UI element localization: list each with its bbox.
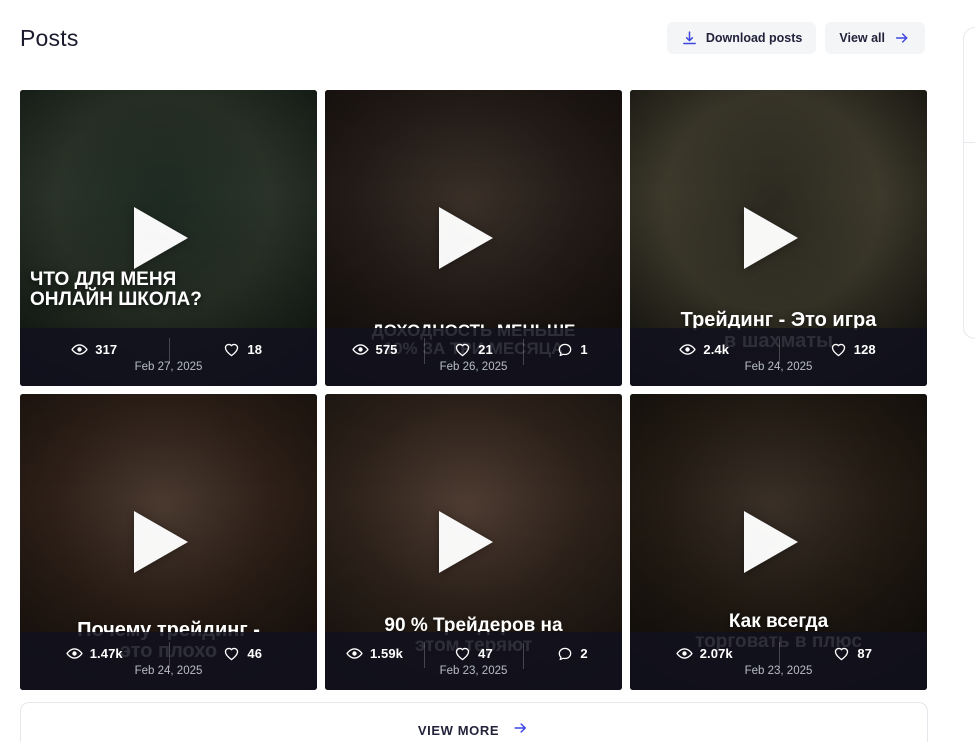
eye-icon [66,645,83,662]
likes-stat: 87 [778,642,928,668]
post-stats-row: 317 18 [20,338,318,364]
view-all-label: View all [839,31,885,45]
view-all-button[interactable]: View all [825,22,925,54]
post-stats: 1.47k 46 Feb 24, 2025 [20,632,317,690]
likes-count: 47 [478,646,493,661]
arrow-right-icon [511,720,530,741]
likes-count: 128 [853,342,876,357]
comments-count: 2 [580,646,588,661]
eye-icon [351,341,369,358]
download-icon [681,30,698,47]
heart-icon [454,645,471,662]
likes-stat: 128 [778,338,928,364]
post-date: Feb 26, 2025 [439,361,508,373]
eye-icon [676,645,693,662]
heart-icon [223,341,240,358]
views-stat: 575 [325,341,424,358]
views-count: 1.59k [369,646,404,661]
post-stats: 2.4k 128 Feb 24, 2025 [630,328,927,386]
posts-grid: ЧТО ДЛЯ МЕНЯ ОНЛАЙН ШКОЛА? 317 18 Feb 27, 2… [20,90,928,690]
post-stats: 575 21 1 Feb 26, 2025 [325,328,622,386]
download-posts-button[interactable]: Download posts [666,22,817,54]
views-count: 2.4k [703,342,730,357]
heart-icon [830,341,847,358]
likes-stat: 46 [168,642,318,668]
eye-icon [679,341,697,358]
play-icon[interactable] [133,511,188,573]
views-stat: 1.59k [325,645,424,662]
arrow-right-icon [893,30,911,46]
post-stats: 2.07k 87 Feb 23, 2025 [630,632,927,690]
posts-header: Posts Download posts View all [0,0,945,76]
likes-count: 46 [247,646,263,661]
play-icon[interactable] [438,207,493,269]
comment-icon [557,646,573,662]
post-card[interactable]: Как всегда торговать в плюс2.07k87Feb 23… [630,394,927,690]
comments-stat: 1 [523,338,622,365]
post-date: Feb 23, 2025 [439,665,508,677]
heart-icon [454,341,471,358]
likes-stat: 18 [168,338,318,364]
post-card[interactable]: 90 % Трейдеров на этом теряют1.59k472Feb… [325,394,622,690]
views-stat: 317 [20,341,169,358]
post-stats-row: 1.59k 47 2 [325,642,622,669]
views-stat: 2.07k [630,645,779,662]
panel-divider [964,142,975,143]
views-count: 2.07k [699,646,733,661]
download-posts-label: Download posts [705,31,803,45]
play-icon[interactable] [743,511,798,573]
post-card[interactable]: Трейдинг - Это игра в шахматы2.4k128Feb … [630,90,927,386]
views-count: 317 [95,342,118,357]
post-card[interactable]: Почему трейдинг - это плохо1.47k46Feb 24… [20,394,317,690]
likes-count: 21 [478,342,493,357]
views-count: 575 [375,342,398,357]
play-icon[interactable] [438,511,493,573]
play-icon[interactable] [743,207,798,269]
post-stats-row: 2.4k 128 [630,338,928,364]
likes-stat: 47 [424,642,523,668]
play-icon[interactable] [133,207,188,269]
eye-icon [346,645,363,662]
view-more-button[interactable]: VIEW MORE [20,702,928,742]
heart-icon [833,645,850,662]
eye-icon [71,341,88,358]
page-title: Posts [20,24,79,51]
post-stats-row: 1.47k 46 [20,642,318,668]
likes-count: 18 [247,342,263,357]
post-stats: 317 18 Feb 27, 2025 [20,328,317,386]
views-count: 1.47k [89,646,123,661]
heart-icon [223,645,240,662]
post-stats-row: 575 21 1 [325,338,622,365]
header-actions: Download posts View all [666,22,925,54]
post-stats-row: 2.07k 87 [630,642,928,668]
views-stat: 1.47k [20,645,169,662]
comment-icon [557,342,573,358]
view-more-label: VIEW MORE [417,722,500,738]
likes-stat: 21 [424,338,523,364]
comments-stat: 2 [523,642,622,669]
right-edge-panel [963,27,975,339]
views-stat: 2.4k [630,341,779,358]
post-stats: 1.59k 47 2 Feb 23, 2025 [325,632,622,690]
likes-count: 87 [857,646,873,661]
post-card[interactable]: ЧТО ДЛЯ МЕНЯ ОНЛАЙН ШКОЛА? 317 18 Feb 27, 2… [20,90,317,386]
posts-page: Posts Download posts View all ЧТО ДЛЯ МЕ… [0,0,975,742]
post-card[interactable]: ДОХОДНОСТЬ МЕНЬШЕ 10% ЗА ТРИ МЕСЯЦА57521… [325,90,622,386]
comments-count: 1 [580,342,588,357]
